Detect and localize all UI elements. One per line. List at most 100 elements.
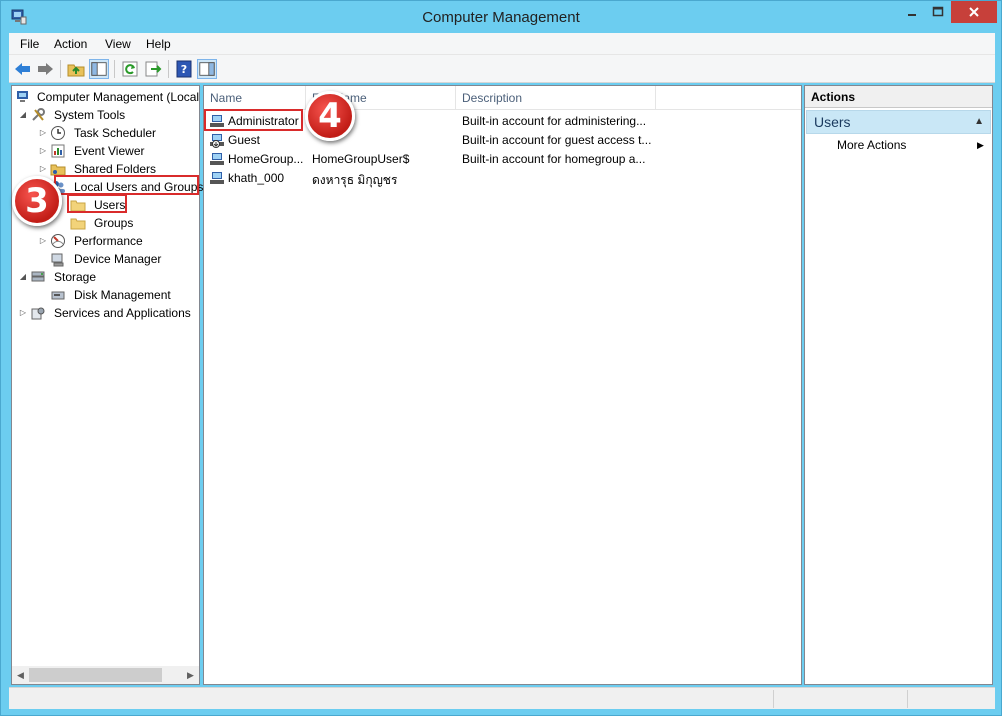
- tree-performance[interactable]: ▷ Performance: [38, 232, 198, 250]
- user-description: Built-in account for guest access t...: [462, 133, 652, 147]
- tree-label: Performance: [74, 234, 143, 248]
- event-viewer-icon: [51, 144, 65, 158]
- tree-task-scheduler[interactable]: ▷ Task Scheduler: [38, 124, 198, 142]
- toolbar-separator: [114, 60, 115, 78]
- submenu-arrow-icon: ▶: [977, 140, 984, 150]
- expand-arrow-icon[interactable]: ▷: [38, 164, 48, 174]
- show-hide-action-pane-icon[interactable]: [197, 59, 217, 79]
- step-4-badge: 4: [305, 91, 355, 141]
- user-name: HomeGroup...: [228, 152, 304, 166]
- tree-label: Device Manager: [74, 252, 162, 266]
- column-name-header[interactable]: Name: [204, 86, 306, 110]
- up-folder-icon[interactable]: [66, 59, 86, 79]
- tree-groups[interactable]: Groups: [58, 214, 198, 232]
- back-arrow-icon[interactable]: [13, 59, 33, 79]
- tree-label: Task Scheduler: [74, 126, 157, 140]
- refresh-icon[interactable]: [120, 59, 140, 79]
- tree-label: Shared Folders: [74, 162, 157, 176]
- tree-label: Event Viewer: [74, 144, 145, 158]
- highlight-local-users-and-groups: [54, 175, 199, 195]
- toolbar-separator: [168, 60, 169, 78]
- device-manager-icon: [51, 253, 64, 267]
- disabled-user-icon: [210, 134, 224, 148]
- toolbar: ?: [9, 55, 995, 83]
- tree-label: Services and Applications: [54, 306, 191, 320]
- window-title: Computer Management: [422, 9, 580, 26]
- collapse-arrow-icon[interactable]: ◢: [18, 110, 28, 120]
- users-list-view: Name Full Name Description Administrator…: [203, 85, 802, 685]
- scroll-left-arrow-icon[interactable]: ◀: [12, 666, 29, 684]
- user-row-guest[interactable]: Guest Built-in account for guest access …: [204, 131, 801, 150]
- tree-event-viewer[interactable]: ▷ Event Viewer: [38, 142, 198, 160]
- status-bar: [9, 687, 995, 709]
- highlight-administrator: [204, 109, 303, 131]
- collapse-up-icon[interactable]: ▲: [974, 111, 984, 133]
- tree-label: Storage: [54, 270, 97, 284]
- tree-label: Disk Management: [74, 288, 171, 302]
- user-row-homegroup[interactable]: HomeGroup... HomeGroupUser$ Built-in acc…: [204, 150, 801, 169]
- performance-icon: [51, 234, 65, 248]
- clock-icon: [51, 126, 65, 140]
- menu-file[interactable]: File: [20, 37, 39, 51]
- expand-arrow-icon[interactable]: ▷: [18, 308, 28, 318]
- maximize-button[interactable]: [925, 1, 951, 23]
- user-description: Built-in account for homegroup a...: [462, 152, 646, 166]
- list-header: Name Full Name Description: [204, 86, 801, 110]
- folder-icon: [70, 218, 86, 230]
- menu-bar: File Action View Help: [9, 33, 995, 55]
- menu-action[interactable]: Action: [54, 37, 87, 51]
- tree-storage[interactable]: ◢ Storage: [18, 268, 198, 286]
- tree-label: Computer Management (Local: [37, 90, 200, 104]
- user-description: Built-in account for administering...: [462, 114, 647, 128]
- user-full-name: ดงหารุธ มิกุญชร: [312, 173, 398, 187]
- forward-arrow-icon[interactable]: [35, 59, 55, 79]
- tree-computer-management[interactable]: Computer Management (Local: [4, 88, 199, 106]
- more-actions-item[interactable]: More Actions: [837, 138, 906, 152]
- user-icon: [210, 172, 224, 184]
- maximize-icon: [932, 6, 944, 17]
- computer-management-window: Computer Management File Action View Hel…: [0, 0, 1002, 716]
- highlight-users-folder: [67, 194, 127, 213]
- actions-header: Actions: [805, 86, 992, 108]
- tree-system-tools[interactable]: ◢ System Tools: [18, 106, 198, 124]
- expand-arrow-icon[interactable]: ▷: [38, 146, 48, 156]
- actions-group-label: Users: [814, 114, 851, 130]
- step-3-badge: 3: [12, 176, 62, 226]
- status-separator: [907, 690, 908, 708]
- expand-arrow-icon[interactable]: ▷: [38, 128, 48, 138]
- minimize-icon: [908, 14, 916, 16]
- menu-help[interactable]: Help: [146, 37, 171, 51]
- svg-text:?: ?: [181, 63, 187, 76]
- close-button[interactable]: [951, 1, 997, 23]
- storage-icon: [31, 271, 45, 282]
- expand-arrow-icon[interactable]: ▷: [38, 236, 48, 246]
- tree-horizontal-scrollbar[interactable]: ◀ ▶: [12, 666, 199, 684]
- collapse-arrow-icon[interactable]: ◢: [18, 272, 28, 282]
- tree-device-manager[interactable]: Device Manager: [38, 250, 198, 268]
- scroll-right-arrow-icon[interactable]: ▶: [182, 666, 199, 684]
- services-icon: [31, 307, 45, 320]
- close-icon: [969, 7, 979, 17]
- tree-services-and-applications[interactable]: ▷ Services and Applications: [18, 304, 198, 322]
- tree-label: Groups: [94, 216, 134, 230]
- user-full-name: HomeGroupUser$: [312, 152, 410, 166]
- scrollbar-thumb[interactable]: [29, 668, 162, 682]
- computer-management-icon: [17, 91, 28, 102]
- user-icon: [210, 153, 224, 165]
- help-icon[interactable]: ?: [174, 59, 194, 79]
- tree-label: System Tools: [54, 108, 126, 122]
- status-separator: [773, 690, 774, 708]
- title-bar[interactable]: Computer Management: [1, 1, 1001, 33]
- minimize-button[interactable]: [899, 1, 925, 23]
- tree-disk-management[interactable]: Disk Management: [38, 286, 198, 304]
- actions-group-users[interactable]: Users ▲: [806, 110, 991, 134]
- show-hide-console-tree-icon[interactable]: [89, 59, 109, 79]
- menu-view[interactable]: View: [105, 37, 131, 51]
- user-row-khath[interactable]: khath_000 ดงหารุธ มิกุญชร: [204, 169, 801, 188]
- column-description-header[interactable]: Description: [456, 86, 656, 110]
- export-list-icon[interactable]: [143, 59, 163, 79]
- user-name: khath_000: [228, 171, 285, 185]
- actions-pane: Actions Users ▲ More Actions ▶: [804, 85, 993, 685]
- tools-icon: [32, 108, 45, 121]
- disk-management-icon: [51, 291, 65, 300]
